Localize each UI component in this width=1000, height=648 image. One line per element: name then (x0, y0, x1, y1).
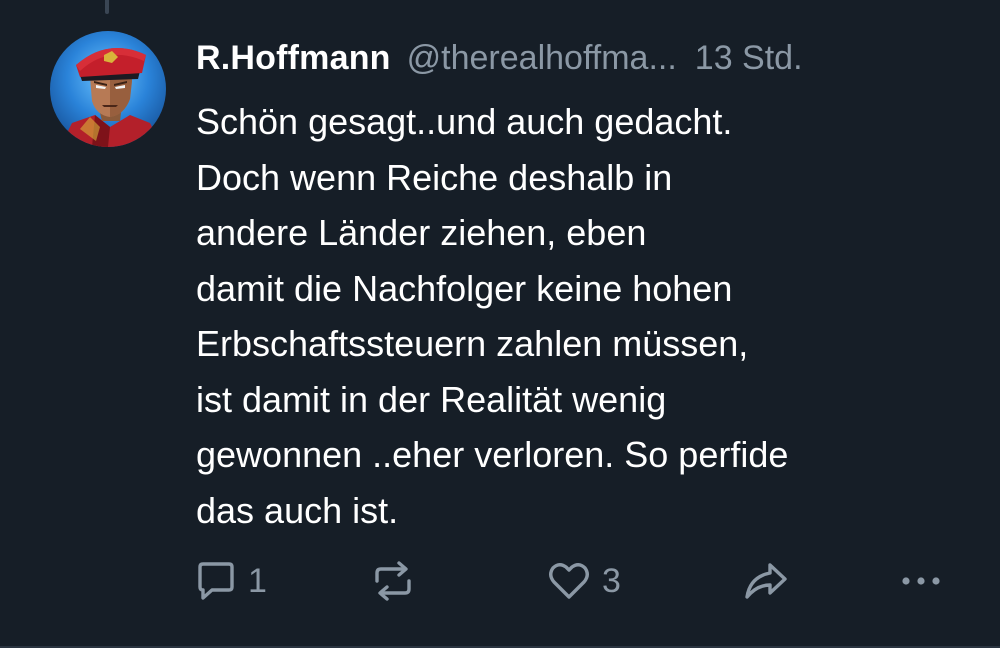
post-text-line: Doch wenn Reiche deshalb in (196, 156, 673, 198)
avatar[interactable] (50, 31, 166, 147)
post-text-line: Schön gesagt..und auch gedacht. (196, 101, 733, 142)
more-options-icon (902, 577, 940, 585)
avatar-illustration (60, 47, 162, 147)
reply-count: 1 (248, 561, 267, 600)
repost-icon (375, 561, 411, 601)
timestamp[interactable]: 13 Std. (695, 39, 803, 78)
author-handle[interactable]: @therealhoffma... (407, 39, 677, 78)
repost-button[interactable] (370, 556, 416, 606)
more-options-button[interactable] (898, 556, 944, 606)
post-text: Schön gesagt..und auch gedacht. Doch wen… (196, 94, 976, 538)
reply-icon (198, 562, 234, 600)
heart-icon (549, 563, 589, 599)
thread-connector-line (105, 0, 109, 14)
post-text-line: Erbschaftssteuern zahlen müssen, (196, 323, 749, 364)
author-name[interactable]: R.Hoffmann (196, 39, 391, 78)
post-text-line: das auch ist. (196, 489, 399, 531)
post-actions-bar: 1 3 (0, 556, 1000, 606)
post-text-line: gewonnen ..eher verloren. So perfide (196, 434, 789, 475)
post-text-line: damit die Nachfolger keine hohen (196, 267, 733, 309)
post-text-line: andere Länder ziehen, eben (196, 212, 647, 253)
post-header: R.Hoffmann @therealhoffma... 13 Std. (196, 36, 803, 80)
like-button[interactable]: 3 (546, 556, 621, 606)
like-count: 3 (602, 561, 621, 600)
reply-button[interactable]: 1 (194, 556, 267, 606)
share-button[interactable] (742, 556, 790, 606)
share-icon (745, 563, 787, 599)
post-text-line: ist damit in der Realität wenig (196, 378, 667, 420)
